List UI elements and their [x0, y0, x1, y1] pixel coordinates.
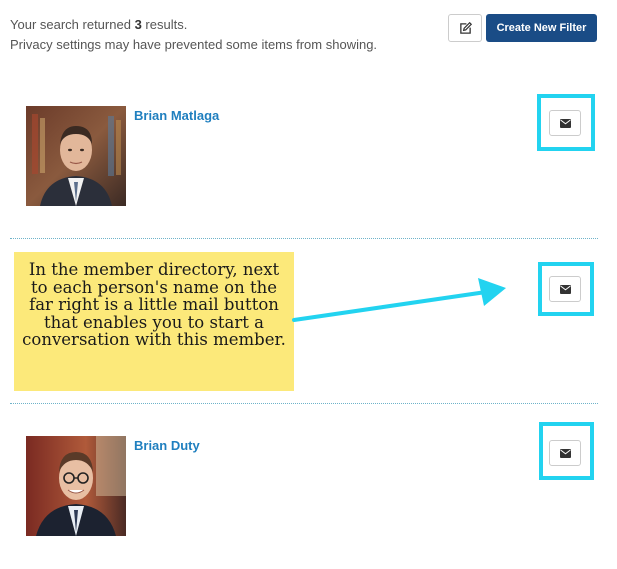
results-prefix: Your search returned — [10, 17, 131, 32]
row-divider — [10, 238, 598, 239]
mail-button[interactable] — [549, 440, 581, 466]
results-count: 3 — [134, 17, 142, 32]
annotation-callout: In the member directory, next to each pe… — [14, 252, 294, 391]
edit-icon — [459, 21, 472, 34]
avatar — [26, 436, 126, 536]
mail-button[interactable] — [549, 110, 581, 136]
member-name-link[interactable]: Brian Matlaga — [134, 108, 219, 123]
search-summary: Your search returned 3 results. Privacy … — [10, 15, 377, 55]
results-suffix: results. — [145, 17, 188, 32]
envelope-icon — [559, 118, 571, 128]
privacy-note: Privacy settings may have prevented some… — [10, 37, 378, 52]
edit-filter-button[interactable] — [448, 14, 482, 42]
arrow-icon — [292, 278, 506, 322]
envelope-icon — [559, 284, 571, 294]
results-line: Your search returned 3 results. — [10, 15, 377, 35]
row-divider — [10, 403, 598, 404]
member-photo[interactable] — [26, 106, 126, 206]
create-new-filter-button[interactable]: Create New Filter — [486, 14, 597, 42]
avatar — [26, 106, 126, 206]
member-name-link[interactable]: Brian Duty — [134, 438, 200, 453]
member-photo[interactable] — [26, 436, 126, 536]
envelope-icon — [559, 448, 571, 458]
mail-button[interactable] — [549, 276, 581, 302]
